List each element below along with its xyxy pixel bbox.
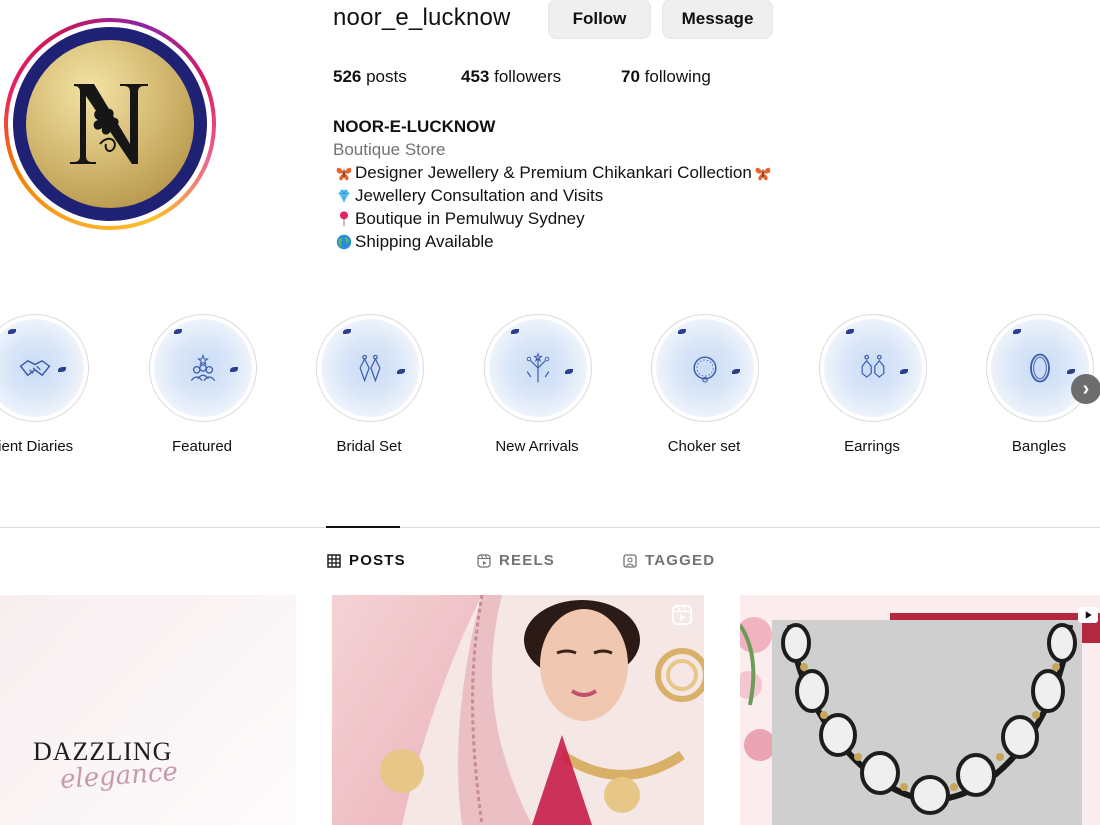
profile-avatar[interactable] xyxy=(4,18,216,230)
bio-line-text: Shipping Available xyxy=(355,232,494,251)
earrings-icon xyxy=(861,354,885,378)
necklace-photo xyxy=(740,595,1100,825)
chevron-right-icon: › xyxy=(1082,377,1090,400)
highlight-cover xyxy=(656,319,754,417)
following-count[interactable]: 70 following xyxy=(621,67,711,87)
handshake-icon xyxy=(19,359,51,377)
bio-category: Boutique Store xyxy=(333,140,446,159)
highlight-ring xyxy=(149,314,257,422)
highlight-ring xyxy=(316,314,424,422)
posts-count-label: posts xyxy=(361,67,407,86)
highlight-cover xyxy=(991,319,1089,417)
highlight-label: Bridal Set xyxy=(336,438,402,455)
bio-line-text: Jewellery Consultation and Visits xyxy=(355,186,604,205)
globe-icon xyxy=(333,232,355,252)
bio-line: Boutique in Pemulwuy Sydney xyxy=(333,207,774,230)
avatar-logo xyxy=(26,40,194,208)
highlight-ring xyxy=(651,314,759,422)
earrings-icon xyxy=(359,354,381,383)
pushpin-icon xyxy=(333,209,355,229)
highlight-cover xyxy=(489,319,587,417)
highlight-label: Bangles xyxy=(1011,438,1067,455)
video-icon xyxy=(1078,607,1098,623)
monogram-n-icon xyxy=(70,84,148,164)
posts-count-value: 526 xyxy=(333,67,362,86)
highlight-label: Choker set xyxy=(667,438,741,455)
highlight-ring xyxy=(986,314,1094,422)
bride-photo xyxy=(332,595,704,825)
tab-posts[interactable]: POSTS xyxy=(327,552,406,569)
following-count-label: following xyxy=(639,67,711,86)
highlights-next-button[interactable]: › xyxy=(1071,374,1100,404)
message-button[interactable]: Message xyxy=(663,0,772,38)
highlight-cover xyxy=(321,319,419,417)
followers-count-value: 453 xyxy=(461,67,490,86)
highlight-label: New Arrivals xyxy=(495,438,579,455)
post-tile[interactable] xyxy=(740,595,1100,825)
grid-icon xyxy=(327,553,341,568)
bio-line: Jewellery Consultation and Visits xyxy=(333,184,774,207)
reel-icon xyxy=(670,603,694,627)
bio-name: NOOR-E-LUCKNOW xyxy=(333,117,496,136)
followers-count[interactable]: 453 followers xyxy=(461,67,561,87)
highlight-cover xyxy=(824,319,922,417)
bio-line: Designer Jewellery & Premium Chikankari … xyxy=(333,161,774,184)
tabs-divider xyxy=(0,527,1100,528)
tab-reels[interactable]: REELS xyxy=(477,552,555,569)
bio-line-text: Designer Jewellery & Premium Chikankari … xyxy=(355,163,752,182)
highlight-label: Featured xyxy=(171,438,233,455)
people-stars-icon xyxy=(190,353,216,381)
post-tile[interactable] xyxy=(332,595,704,825)
highlight-label: lient Diaries xyxy=(0,438,74,455)
post-tile[interactable]: DAZZLING elegance xyxy=(0,595,296,825)
highlight-ring xyxy=(819,314,927,422)
active-tab-indicator xyxy=(326,526,400,528)
highlight-ring xyxy=(484,314,592,422)
bio-line-text: Boutique in Pemulwuy Sydney xyxy=(355,209,585,228)
necklace-icon xyxy=(693,356,717,383)
tab-label: POSTS xyxy=(349,552,406,569)
tab-label: REELS xyxy=(499,552,556,569)
butterfly-icon xyxy=(752,163,774,183)
profile-username: noor_e_lucknow xyxy=(333,4,511,31)
followers-count-label: followers xyxy=(489,67,562,86)
highlight-label: Earrings xyxy=(844,438,900,455)
gem-icon xyxy=(333,186,355,206)
tab-label: TAGGED xyxy=(645,552,716,569)
posts-count: 526 posts xyxy=(333,67,407,87)
following-count-value: 70 xyxy=(621,67,640,86)
reels-icon xyxy=(477,553,491,568)
fireworks-icon xyxy=(526,352,550,383)
bangle-icon xyxy=(1030,353,1050,383)
bio-line: Shipping Available xyxy=(333,230,774,253)
butterfly-icon xyxy=(333,163,355,183)
profile-bio: NOOR-E-LUCKNOW Boutique Store Designer J… xyxy=(333,115,774,253)
follow-button[interactable]: Follow xyxy=(549,0,650,38)
tagged-icon xyxy=(623,553,637,568)
highlight-ring xyxy=(0,314,89,422)
tab-tagged[interactable]: TAGGED xyxy=(623,552,715,569)
